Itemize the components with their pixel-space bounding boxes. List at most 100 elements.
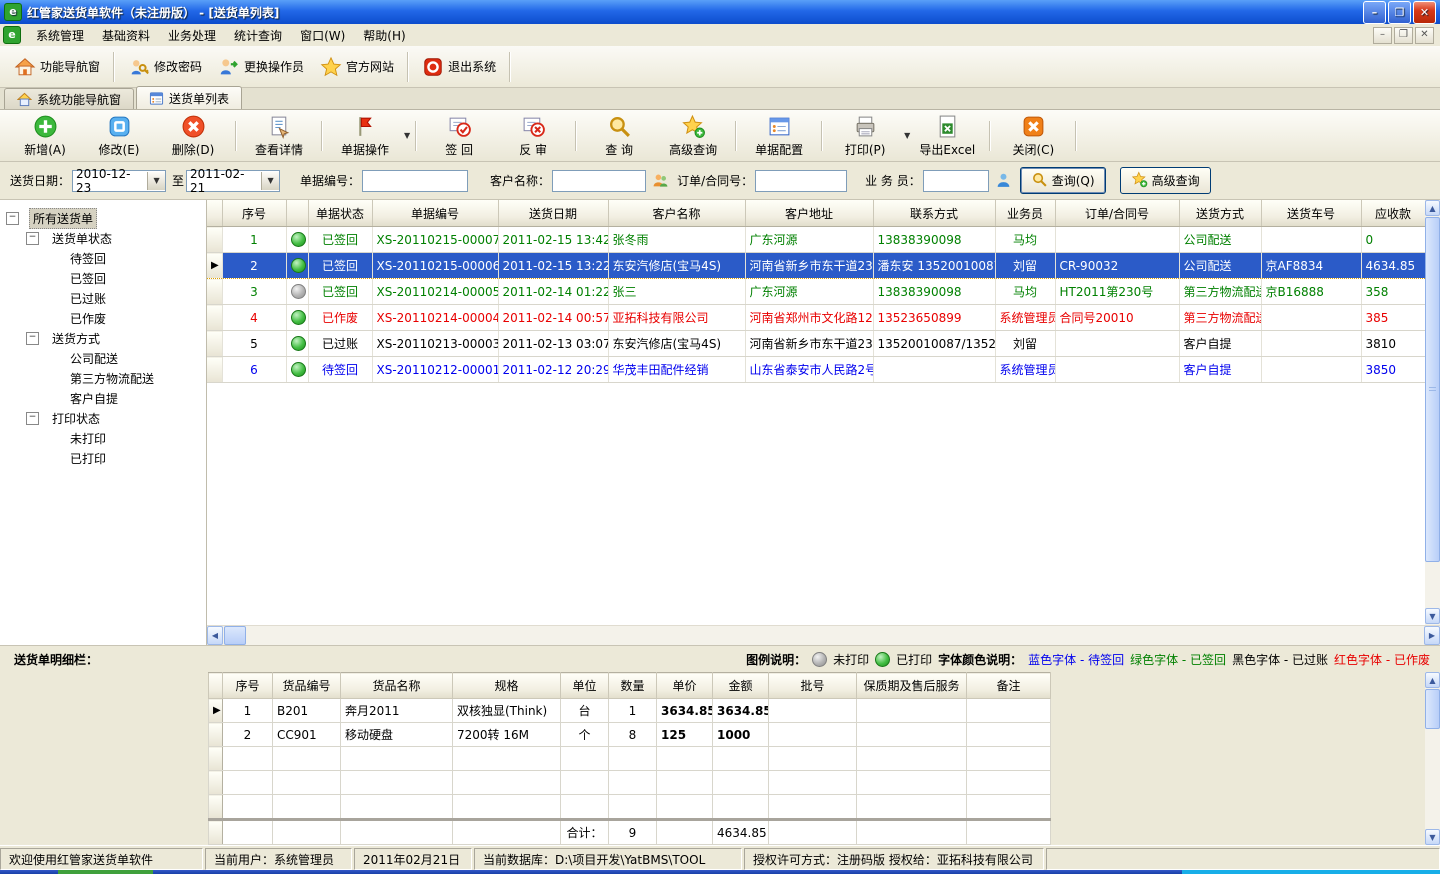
tree-expand-icon[interactable]: −: [26, 412, 39, 425]
order-row[interactable]: 6待签回XS-20110212-000012011-02-12 20:29华茂丰…: [207, 357, 1425, 383]
toolbar-button-config[interactable]: 单据配置: [742, 112, 816, 160]
detail-column-header[interactable]: 规格: [453, 673, 561, 699]
close-button[interactable]: ✕: [1413, 1, 1436, 24]
detail-column-header[interactable]: 数量: [609, 673, 657, 699]
tree-item-leaf[interactable]: 21已签回: [0, 268, 206, 288]
toolbar-button-sign-back[interactable]: 签 回: [422, 112, 496, 160]
mdi-restore-button[interactable]: ❐: [1394, 27, 1413, 44]
tree-item-all-orders[interactable]: −所有送货单: [0, 208, 206, 228]
scroll-right-icon[interactable]: ▶: [1424, 626, 1440, 645]
order-row[interactable]: ▶2已签回XS-20110215-000062011-02-15 13:22东安…: [207, 253, 1425, 279]
tree-item-leaf[interactable]: 21公司配送: [0, 348, 206, 368]
customer-picker-icon[interactable]: [652, 172, 677, 189]
orders-column-header[interactable]: 订单/合同号: [1055, 200, 1179, 227]
mdi-minimize-button[interactable]: –: [1373, 27, 1392, 44]
menu-item[interactable]: 统计查询: [225, 25, 291, 46]
toolbar-button-star[interactable]: 官方网站: [312, 52, 402, 82]
doc-no-input[interactable]: [362, 170, 468, 192]
tree-item-leaf[interactable]: 21客户自提: [0, 388, 206, 408]
orders-column-header[interactable]: 业务员: [995, 200, 1055, 227]
orders-column-header[interactable]: 联系方式: [873, 200, 995, 227]
toolbar-button-reject[interactable]: 反 审: [496, 112, 570, 160]
detail-column-header[interactable]: 货品编号: [273, 673, 341, 699]
chevron-down-icon[interactable]: ▼: [404, 131, 410, 140]
mdi-close-button[interactable]: ✕: [1415, 27, 1434, 44]
toolbar-button-delete[interactable]: 删除(D): [156, 112, 230, 160]
tree-item-leaf[interactable]: 21已过账: [0, 288, 206, 308]
detail-column-header[interactable]: 批号: [769, 673, 857, 699]
date-from-combo[interactable]: 2010-12-23 ▼: [72, 170, 166, 192]
toolbar-button-adv-search[interactable]: 高级查询: [656, 112, 730, 160]
toolbar-button-print[interactable]: 打印(P): [828, 112, 902, 160]
date-to-combo[interactable]: 2011-02-21 ▼: [186, 170, 280, 192]
horizontal-scroll-thumb[interactable]: [224, 626, 246, 645]
tree-item-group[interactable]: −21送货方式: [0, 328, 206, 348]
menu-item[interactable]: 窗口(W): [291, 25, 354, 46]
orders-column-header[interactable]: 送货车号: [1261, 200, 1361, 227]
orders-column-header[interactable]: 单据状态: [308, 200, 372, 227]
detail-column-header[interactable]: 序号: [223, 673, 273, 699]
scroll-down-icon[interactable]: ▼: [1425, 829, 1440, 845]
detail-scroll-thumb[interactable]: [1425, 689, 1440, 729]
orders-column-header[interactable]: 送货日期: [498, 200, 608, 227]
toolbar-button-excel[interactable]: 导出Excel: [910, 112, 984, 160]
menu-item[interactable]: 系统管理: [27, 25, 93, 46]
toolbar-button-user-switch[interactable]: 更换操作员: [210, 52, 312, 82]
vertical-scroll-thumb[interactable]: [1425, 217, 1440, 562]
orders-column-header[interactable]: 应收款: [1361, 200, 1425, 227]
contract-input[interactable]: [755, 170, 847, 192]
salesman-picker-icon[interactable]: [995, 172, 1020, 189]
orders-column-header[interactable]: 序号: [222, 200, 286, 227]
detail-column-header[interactable]: 保质期及售后服务: [857, 673, 967, 699]
toolbar-button-add[interactable]: 新增(A): [8, 112, 82, 160]
salesman-input[interactable]: [923, 170, 989, 192]
detail-column-header[interactable]: 货品名称: [341, 673, 453, 699]
toolbar-button-flag[interactable]: 单据操作: [328, 112, 402, 160]
detail-row[interactable]: ▶1B201奔月2011双核独显(Think)台13634.853634.85: [209, 699, 1051, 723]
toolbar-button-home[interactable]: 功能导航窗: [6, 52, 108, 82]
tree-item-leaf[interactable]: 21已打印: [0, 448, 206, 468]
tree-expand-icon[interactable]: −: [26, 332, 39, 345]
detail-column-header[interactable]: 单价: [657, 673, 713, 699]
orders-column-header[interactable]: 送货方式: [1179, 200, 1261, 227]
order-row[interactable]: 5已过账XS-20110213-000032011-02-13 03:07东安汽…: [207, 331, 1425, 357]
orders-column-header[interactable]: [286, 200, 308, 227]
query-button[interactable]: 查询(Q): [1020, 167, 1106, 194]
menu-item[interactable]: 基础资料: [93, 25, 159, 46]
order-row[interactable]: 1已签回XS-20110215-000072011-02-15 13:42张冬雨…: [207, 227, 1425, 253]
chevron-down-icon[interactable]: ▼: [261, 172, 279, 190]
detail-column-header[interactable]: 金额: [713, 673, 769, 699]
orders-column-header[interactable]: 客户名称: [608, 200, 745, 227]
toolbar-button-exit[interactable]: 退出系统: [414, 52, 504, 82]
order-row[interactable]: 3已签回XS-20110214-000052011-02-14 01:22张三广…: [207, 279, 1425, 305]
tree-item-leaf[interactable]: 21已作废: [0, 308, 206, 328]
toolbar-button-view-detail[interactable]: 查看详情: [242, 112, 316, 160]
orders-vertical-scrollbar[interactable]: ▲ ▼: [1425, 200, 1440, 625]
detail-vertical-scrollbar[interactable]: ▲ ▼: [1425, 672, 1440, 845]
tree-expand-icon[interactable]: −: [6, 212, 19, 225]
order-row[interactable]: 4已作废XS-20110214-000042011-02-14 00:57亚拓科…: [207, 305, 1425, 331]
detail-column-header[interactable]: 单位: [561, 673, 609, 699]
orders-column-header[interactable]: 客户地址: [745, 200, 873, 227]
detail-row[interactable]: 2CC901移动硬盘7200转 16M个81251000: [209, 723, 1051, 747]
scroll-left-icon[interactable]: ◀: [207, 626, 223, 645]
scroll-up-icon[interactable]: ▲: [1425, 672, 1440, 688]
scroll-down-icon[interactable]: ▼: [1425, 608, 1440, 624]
toolbar-button-key[interactable]: 修改密码: [120, 52, 210, 82]
detail-column-header[interactable]: 备注: [967, 673, 1051, 699]
tree-item-group[interactable]: −21送货单状态: [0, 228, 206, 248]
restore-button[interactable]: ❐: [1388, 1, 1411, 24]
tree-item-group[interactable]: −21打印状态: [0, 408, 206, 428]
orders-column-header[interactable]: 单据编号: [372, 200, 498, 227]
tree-expand-icon[interactable]: −: [26, 232, 39, 245]
menu-item[interactable]: 帮助(H): [354, 25, 414, 46]
menu-item[interactable]: 业务处理: [159, 25, 225, 46]
toolbar-button-edit[interactable]: 修改(E): [82, 112, 156, 160]
tab-navigator[interactable]: 系统功能导航窗: [4, 88, 134, 109]
minimize-button[interactable]: –: [1363, 1, 1386, 24]
chevron-down-icon[interactable]: ▼: [147, 172, 165, 190]
tree-item-leaf[interactable]: 21第三方物流配送: [0, 368, 206, 388]
toolbar-button-close-doc[interactable]: 关闭(C): [996, 112, 1070, 160]
advanced-query-button[interactable]: 高级查询: [1120, 167, 1211, 194]
customer-input[interactable]: [552, 170, 646, 192]
